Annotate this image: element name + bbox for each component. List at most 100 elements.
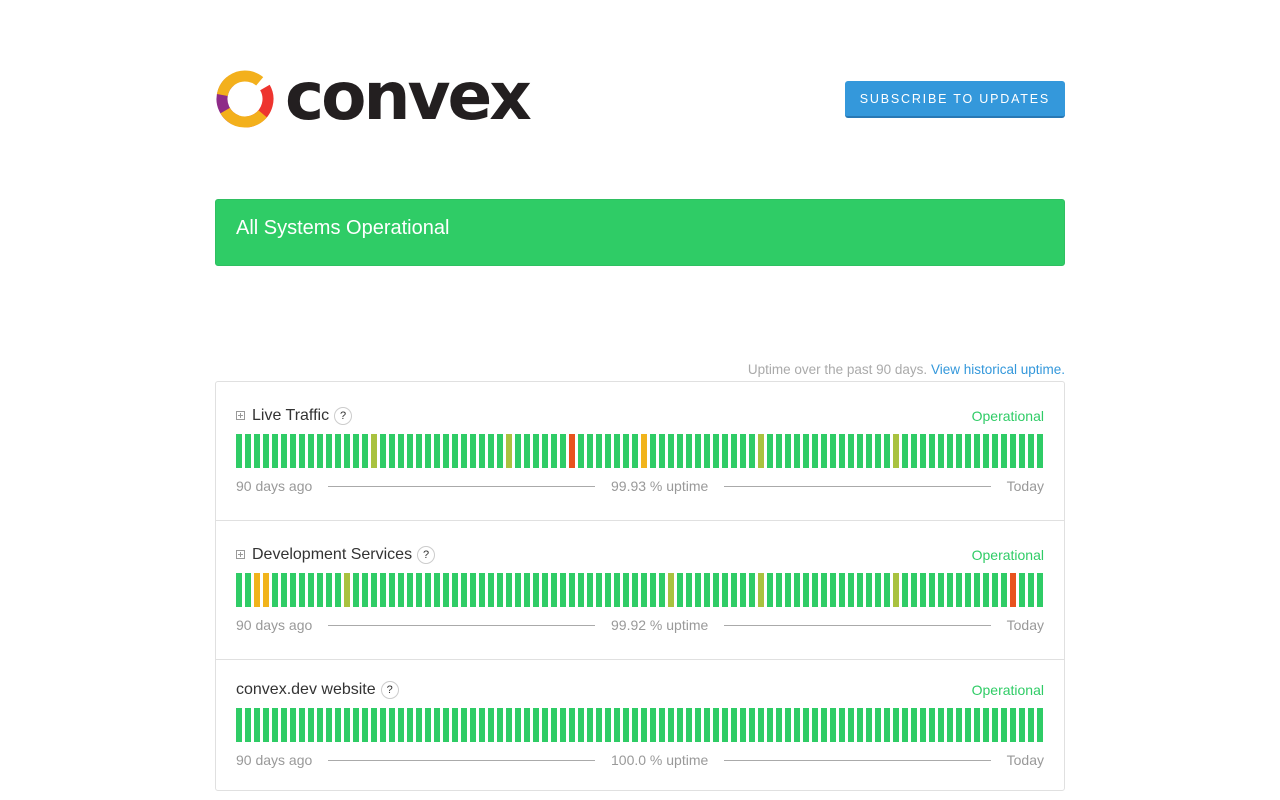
uptime-day-bar[interactable] [722,573,728,607]
uptime-day-bar[interactable] [686,573,692,607]
uptime-day-bar[interactable] [1028,434,1034,468]
uptime-day-bar[interactable] [623,434,629,468]
uptime-day-bar[interactable] [254,434,260,468]
uptime-day-bar[interactable] [1010,573,1016,607]
uptime-day-bar[interactable] [308,434,314,468]
uptime-day-bar[interactable] [452,434,458,468]
uptime-day-bar[interactable] [695,434,701,468]
uptime-day-bar[interactable] [992,708,998,742]
uptime-day-bar[interactable] [767,573,773,607]
uptime-day-bar[interactable] [605,434,611,468]
uptime-day-bar[interactable] [317,434,323,468]
uptime-day-bar[interactable] [614,434,620,468]
uptime-day-bar[interactable] [1019,708,1025,742]
uptime-day-bar[interactable] [245,434,251,468]
uptime-day-bar[interactable] [722,434,728,468]
uptime-day-bar[interactable] [290,434,296,468]
uptime-day-bar[interactable] [623,708,629,742]
uptime-day-bar[interactable] [677,573,683,607]
uptime-day-bar[interactable] [794,708,800,742]
uptime-day-bar[interactable] [758,434,764,468]
uptime-day-bar[interactable] [596,573,602,607]
uptime-day-bar[interactable] [533,573,539,607]
uptime-day-bar[interactable] [848,434,854,468]
uptime-day-bar[interactable] [704,434,710,468]
uptime-day-bar[interactable] [497,434,503,468]
uptime-day-bar[interactable] [308,573,314,607]
uptime-day-bar[interactable] [362,434,368,468]
uptime-day-bar[interactable] [983,573,989,607]
uptime-day-bar[interactable] [839,573,845,607]
historical-uptime-link[interactable]: View historical uptime. [931,362,1065,377]
uptime-day-bar[interactable] [785,434,791,468]
uptime-day-bar[interactable] [434,708,440,742]
component-name[interactable]: Development Services [252,546,412,563]
uptime-day-bar[interactable] [992,573,998,607]
uptime-day-bar[interactable] [920,573,926,607]
uptime-day-bar[interactable] [389,573,395,607]
help-icon[interactable]: ? [380,681,399,699]
uptime-day-bar[interactable] [1001,434,1007,468]
uptime-day-bar[interactable] [407,434,413,468]
uptime-day-bar[interactable] [1010,708,1016,742]
uptime-day-bar[interactable] [416,708,422,742]
uptime-day-bar[interactable] [632,708,638,742]
uptime-day-bar[interactable] [632,573,638,607]
uptime-day-bar[interactable] [569,573,575,607]
uptime-day-bar[interactable] [794,434,800,468]
brand-logo[interactable]: convex [215,64,532,130]
uptime-day-bar[interactable] [281,708,287,742]
uptime-day-bar[interactable] [713,708,719,742]
uptime-day-bar[interactable] [299,573,305,607]
uptime-day-bar[interactable] [641,434,647,468]
uptime-day-bar[interactable] [659,573,665,607]
uptime-day-bar[interactable] [920,708,926,742]
uptime-day-bar[interactable] [974,708,980,742]
uptime-day-bar[interactable] [857,573,863,607]
uptime-day-bar[interactable] [758,708,764,742]
uptime-day-bar[interactable] [965,708,971,742]
uptime-day-bar[interactable] [524,434,530,468]
uptime-day-bar[interactable] [551,573,557,607]
uptime-day-bar[interactable] [533,708,539,742]
uptime-day-bar[interactable] [677,708,683,742]
uptime-day-bar[interactable] [650,573,656,607]
uptime-day-bar[interactable] [335,573,341,607]
uptime-day-bar[interactable] [785,573,791,607]
uptime-day-bar[interactable] [902,573,908,607]
uptime-day-bar[interactable] [380,434,386,468]
uptime-day-bar[interactable] [659,434,665,468]
uptime-day-bar[interactable] [272,708,278,742]
uptime-day-bar[interactable] [497,573,503,607]
uptime-day-bar[interactable] [1001,708,1007,742]
uptime-day-bar[interactable] [596,708,602,742]
uptime-day-bar[interactable] [245,573,251,607]
expand-icon[interactable] [236,411,245,420]
uptime-day-bar[interactable] [740,434,746,468]
uptime-day-bar[interactable] [1037,708,1043,742]
uptime-day-bar[interactable] [443,573,449,607]
uptime-day-bar[interactable] [731,708,737,742]
uptime-day-bar[interactable] [380,708,386,742]
uptime-day-bar[interactable] [650,434,656,468]
uptime-day-bar[interactable] [263,708,269,742]
uptime-day-bar[interactable] [569,434,575,468]
uptime-day-bar[interactable] [875,573,881,607]
uptime-day-bar[interactable] [830,573,836,607]
uptime-day-bar[interactable] [542,573,548,607]
uptime-day-bar[interactable] [488,708,494,742]
uptime-day-bar[interactable] [398,573,404,607]
uptime-day-bar[interactable] [632,434,638,468]
uptime-day-bar[interactable] [596,434,602,468]
uptime-day-bar[interactable] [740,708,746,742]
uptime-day-bar[interactable] [416,573,422,607]
uptime-day-bar[interactable] [578,573,584,607]
uptime-day-bar[interactable] [461,434,467,468]
uptime-day-bar[interactable] [965,434,971,468]
uptime-day-bar[interactable] [929,573,935,607]
uptime-day-bar[interactable] [848,708,854,742]
uptime-day-bar[interactable] [983,708,989,742]
uptime-day-bar[interactable] [974,434,980,468]
uptime-day-bar[interactable] [344,434,350,468]
uptime-day-bar[interactable] [1019,573,1025,607]
